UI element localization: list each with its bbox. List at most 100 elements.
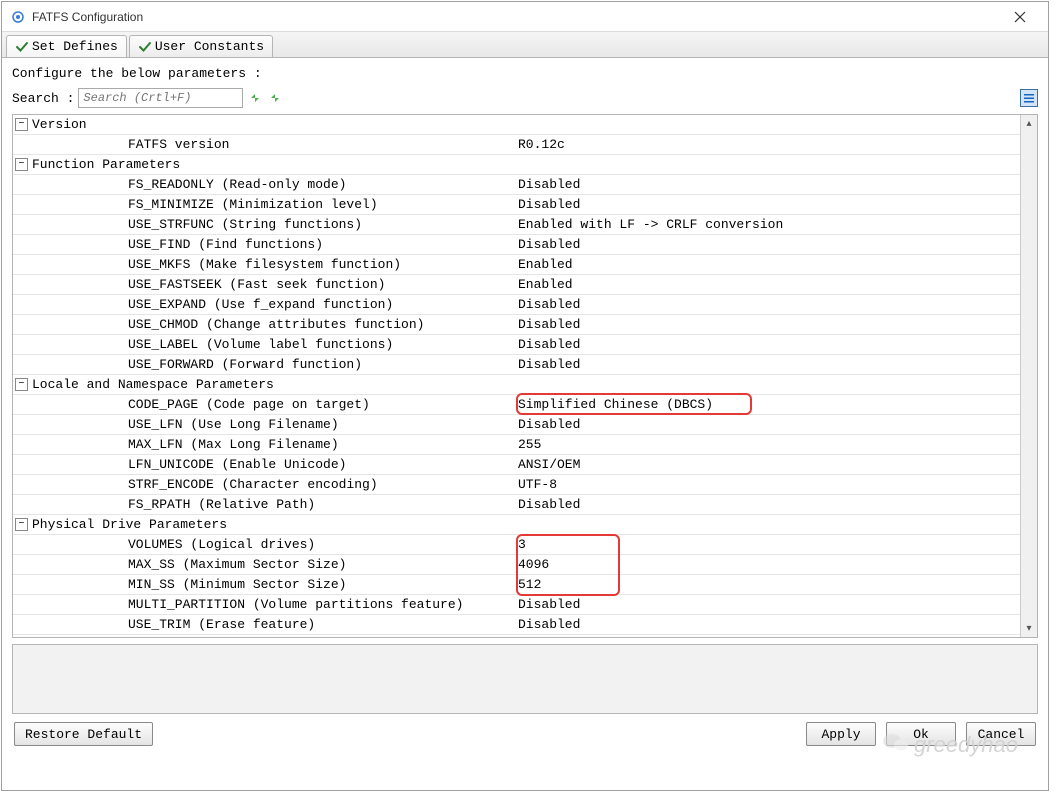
close-button[interactable] bbox=[1000, 3, 1040, 31]
param-value[interactable]: Disabled bbox=[518, 177, 1020, 192]
parameter-grid: −VersionFATFS versionR0.12c−Function Par… bbox=[12, 114, 1038, 638]
param-label: USE_STRFUNC (String functions) bbox=[13, 217, 518, 232]
param-label: MAX_SS (Maximum Sector Size) bbox=[13, 557, 518, 572]
param-value[interactable]: 512 bbox=[518, 577, 1020, 592]
search-prev-button[interactable] bbox=[267, 90, 283, 106]
tab-label: User Constants bbox=[155, 39, 264, 54]
scroll-down-button[interactable]: ▾ bbox=[1021, 620, 1037, 637]
cancel-button[interactable]: Cancel bbox=[966, 722, 1036, 746]
param-value[interactable]: Disabled bbox=[518, 357, 1020, 372]
button-row: Restore Default Apply Ok Cancel bbox=[2, 714, 1048, 746]
param-label: LFN_UNICODE (Enable Unicode) bbox=[13, 457, 518, 472]
app-icon bbox=[10, 9, 26, 25]
param-value[interactable]: Enabled bbox=[518, 277, 1020, 292]
param-value[interactable]: Disabled bbox=[518, 197, 1020, 212]
param-row[interactable]: MULTI_PARTITION (Volume partitions featu… bbox=[13, 595, 1020, 615]
param-row[interactable]: FS_MINIMIZE (Minimization level)Disabled bbox=[13, 195, 1020, 215]
tab-bar: Set Defines User Constants bbox=[2, 32, 1048, 58]
list-view-button[interactable] bbox=[1020, 89, 1038, 107]
param-label: USE_EXPAND (Use f_expand function) bbox=[13, 297, 518, 312]
param-row[interactable]: CODE_PAGE (Code page on target)Simplifie… bbox=[13, 395, 1020, 415]
param-row[interactable]: USE_FORWARD (Forward function)Disabled bbox=[13, 355, 1020, 375]
ok-button[interactable]: Ok bbox=[886, 722, 956, 746]
param-value[interactable]: Enabled bbox=[518, 257, 1020, 272]
param-row[interactable]: MIN_SS (Minimum Sector Size)512 bbox=[13, 575, 1020, 595]
param-row[interactable]: USE_MKFS (Make filesystem function)Enabl… bbox=[13, 255, 1020, 275]
param-value[interactable]: Enabled with LF -> CRLF conversion bbox=[518, 217, 1020, 232]
param-row[interactable]: FATFS versionR0.12c bbox=[13, 135, 1020, 155]
param-label: USE_FORWARD (Forward function) bbox=[13, 357, 518, 372]
search-label: Search : bbox=[12, 91, 74, 106]
instruction-text: Configure the below parameters : bbox=[2, 58, 1048, 85]
param-row[interactable]: USE_LABEL (Volume label functions)Disabl… bbox=[13, 335, 1020, 355]
param-row[interactable]: MAX_LFN (Max Long Filename)255 bbox=[13, 435, 1020, 455]
param-value[interactable]: ANSI/OEM bbox=[518, 457, 1020, 472]
tab-set-defines[interactable]: Set Defines bbox=[6, 35, 127, 57]
param-value[interactable]: UTF-8 bbox=[518, 477, 1020, 492]
param-row[interactable]: USE_LFN (Use Long Filename)Disabled bbox=[13, 415, 1020, 435]
param-label: FATFS version bbox=[13, 137, 518, 152]
param-row[interactable]: USE_FASTSEEK (Fast seek function)Enabled bbox=[13, 275, 1020, 295]
param-label: FS_READONLY (Read-only mode) bbox=[13, 177, 518, 192]
section-header: −Physical Drive Parameters bbox=[13, 515, 1020, 535]
collapse-button[interactable]: − bbox=[15, 518, 28, 531]
param-value[interactable]: Disabled bbox=[518, 417, 1020, 432]
description-panel bbox=[12, 644, 1038, 714]
param-row[interactable]: USE_CHMOD (Change attributes function)Di… bbox=[13, 315, 1020, 335]
titlebar: FATFS Configuration bbox=[2, 2, 1048, 32]
section-header: −Version bbox=[13, 115, 1020, 135]
collapse-button[interactable]: − bbox=[15, 118, 28, 131]
param-row[interactable]: STRF_ENCODE (Character encoding)UTF-8 bbox=[13, 475, 1020, 495]
param-row[interactable]: USE_FIND (Find functions)Disabled bbox=[13, 235, 1020, 255]
param-label: FS_MINIMIZE (Minimization level) bbox=[13, 197, 518, 212]
checkmark-icon bbox=[15, 40, 29, 54]
param-value[interactable]: Disabled bbox=[518, 237, 1020, 252]
param-row[interactable]: USE_EXPAND (Use f_expand function)Disabl… bbox=[13, 295, 1020, 315]
param-label: USE_LFN (Use Long Filename) bbox=[13, 417, 518, 432]
param-label: USE_TRIM (Erase feature) bbox=[13, 617, 518, 632]
param-row[interactable]: FS_RPATH (Relative Path)Disabled bbox=[13, 495, 1020, 515]
collapse-button[interactable]: − bbox=[15, 158, 28, 171]
section-title: Version bbox=[32, 117, 87, 132]
search-input[interactable] bbox=[78, 88, 243, 108]
param-value[interactable]: R0.12c bbox=[518, 137, 1020, 152]
param-label: USE_FASTSEEK (Fast seek function) bbox=[13, 277, 518, 292]
param-row[interactable]: LFN_UNICODE (Enable Unicode)ANSI/OEM bbox=[13, 455, 1020, 475]
param-value[interactable]: Disabled bbox=[518, 617, 1020, 632]
param-row[interactable]: USE_STRFUNC (String functions)Enabled wi… bbox=[13, 215, 1020, 235]
apply-button[interactable]: Apply bbox=[806, 722, 876, 746]
scroll-up-button[interactable]: ▴ bbox=[1021, 115, 1037, 132]
section-header: −Function Parameters bbox=[13, 155, 1020, 175]
param-value[interactable]: Disabled bbox=[518, 297, 1020, 312]
param-value[interactable]: Disabled bbox=[518, 337, 1020, 352]
param-row[interactable]: USE_TRIM (Erase feature)Disabled bbox=[13, 615, 1020, 635]
tab-label: Set Defines bbox=[32, 39, 118, 54]
param-label: STRF_ENCODE (Character encoding) bbox=[13, 477, 518, 492]
param-value[interactable]: 4096 bbox=[518, 557, 1020, 572]
param-row[interactable]: MAX_SS (Maximum Sector Size)4096 bbox=[13, 555, 1020, 575]
param-row[interactable]: FS_READONLY (Read-only mode)Disabled bbox=[13, 175, 1020, 195]
param-label: CODE_PAGE (Code page on target) bbox=[13, 397, 518, 412]
tab-user-constants[interactable]: User Constants bbox=[129, 35, 273, 57]
param-row[interactable]: VOLUMES (Logical drives)3 bbox=[13, 535, 1020, 555]
param-row[interactable]: FS_NOFSINFO (Force full FAT scan)0 bbox=[13, 635, 1020, 637]
param-value[interactable]: 255 bbox=[518, 437, 1020, 452]
collapse-button[interactable]: − bbox=[15, 378, 28, 391]
param-label: USE_LABEL (Volume label functions) bbox=[13, 337, 518, 352]
search-next-button[interactable] bbox=[247, 90, 263, 106]
param-value[interactable]: 3 bbox=[518, 537, 1020, 552]
param-label: USE_FIND (Find functions) bbox=[13, 237, 518, 252]
vertical-scrollbar[interactable]: ▴ ▾ bbox=[1020, 115, 1037, 637]
section-header: −Locale and Namespace Parameters bbox=[13, 375, 1020, 395]
param-value[interactable]: Disabled bbox=[518, 497, 1020, 512]
param-label: USE_MKFS (Make filesystem function) bbox=[13, 257, 518, 272]
param-value[interactable]: Simplified Chinese (DBCS) bbox=[518, 397, 1020, 412]
param-value[interactable]: Disabled bbox=[518, 597, 1020, 612]
window-title: FATFS Configuration bbox=[32, 10, 143, 24]
checkmark-icon bbox=[138, 40, 152, 54]
search-row: Search : bbox=[2, 85, 1048, 114]
param-value[interactable]: Disabled bbox=[518, 317, 1020, 332]
param-label: USE_CHMOD (Change attributes function) bbox=[13, 317, 518, 332]
section-title: Function Parameters bbox=[32, 157, 180, 172]
restore-default-button[interactable]: Restore Default bbox=[14, 722, 153, 746]
